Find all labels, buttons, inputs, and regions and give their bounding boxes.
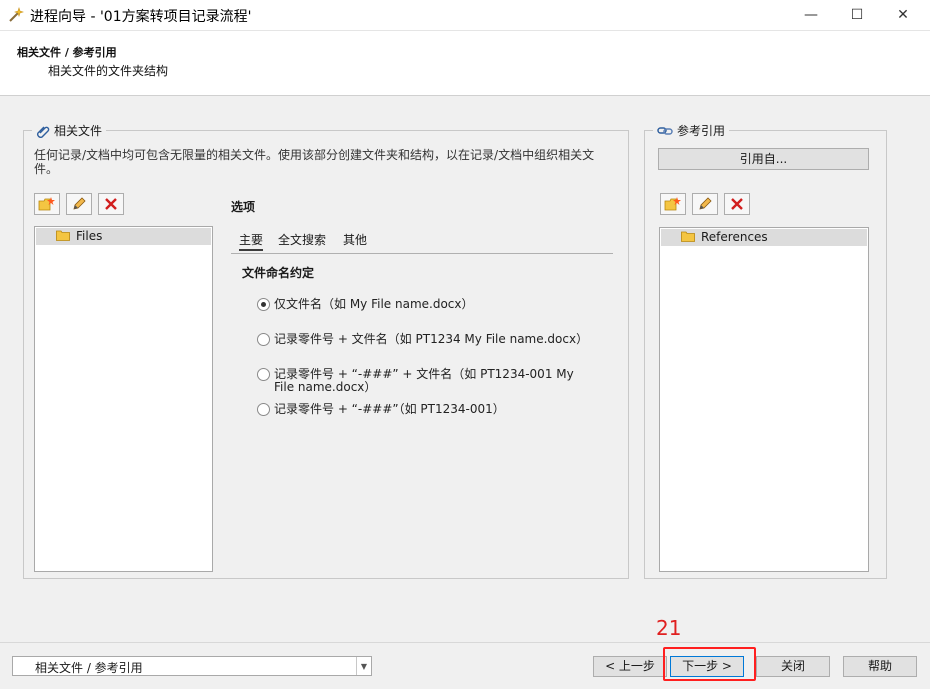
pencil-icon [73,197,86,210]
related-files-legend-label: 相关文件 [54,124,103,138]
new-reference-folder-button[interactable] [660,193,686,215]
tab-main[interactable]: 主要 [239,231,264,251]
step-select-value: 相关文件 / 参考引用 [35,661,143,675]
rename-button[interactable] [66,193,92,215]
references-legend: 参考引用 [653,122,730,139]
radio-label: 记录零件号 + 文件名（如 PT1234 My File name.docx） [274,332,589,346]
next-button-highlight [663,647,756,681]
rename-reference-button[interactable] [692,193,718,215]
delete-x-icon [105,198,117,210]
radio-label: 记录零件号 + “-###” + 文件名（如 PT1234-001 My Fil… [274,367,574,394]
wizard-wand-icon [9,7,24,22]
maximize-icon: ☐ [850,7,864,23]
step-number-annotation: 21 [656,616,682,640]
close-button[interactable]: 关闭 [756,656,830,677]
close-window-button[interactable]: ✕ [880,0,926,30]
paperclip-icon [37,126,50,138]
options-title: 选项 [231,200,256,214]
references-legend-label: 参考引用 [677,124,726,138]
previous-button[interactable]: < 上一步 [593,656,667,677]
related-files-tree[interactable]: Files [34,226,213,572]
chevron-down-icon[interactable]: ▼ [356,657,371,675]
references-tree[interactable]: References [659,227,869,572]
radio-label: 仅文件名（如 My File name.docx） [274,297,474,311]
footer-divider [0,642,930,643]
delete-button[interactable] [98,193,124,215]
folder-icon [681,231,695,242]
options-tabs: 主要 全文搜索 其他 [231,228,613,254]
tab-other[interactable]: 其他 [343,231,367,251]
title-bar: 进程向导 - '01方案转项目记录流程' — ☐ ✕ [0,0,930,31]
reference-from-button[interactable]: 引用自... [658,148,869,170]
tree-item-references[interactable]: References [661,229,867,246]
delete-reference-button[interactable] [724,193,750,215]
breadcrumb: 相关文件 / 参考引用 [17,46,117,59]
delete-x-icon [731,198,743,210]
close-icon: ✕ [897,7,909,23]
radio-button[interactable] [257,403,270,416]
radio-label: 记录零件号 + “-###”（如 PT1234-001） [274,402,505,416]
tree-item-label: Files [76,229,103,243]
window-title: 进程向导 - '01方案转项目记录流程' [30,9,252,25]
maximize-button[interactable]: ☐ [834,0,880,30]
help-button[interactable]: 帮助 [843,656,917,677]
radio-button[interactable] [257,298,270,311]
pencil-icon [699,197,712,210]
new-folder-button[interactable] [34,193,60,215]
wizard-header: 相关文件 / 参考引用 相关文件的文件夹结构 [0,31,930,96]
naming-convention-title: 文件命名约定 [242,266,315,280]
tree-item-label: References [701,230,768,244]
radio-button[interactable] [257,333,270,346]
new-folder-icon [38,197,55,211]
related-files-legend: 相关文件 [32,122,107,139]
page-subtitle: 相关文件的文件夹结构 [48,64,169,78]
new-folder-icon [664,197,681,211]
minimize-button[interactable]: — [788,0,834,30]
related-files-description: 任何记录/文档中均可包含无限量的相关文件。使用该部分创建文件夹和结构，以在记录/… [34,148,595,176]
step-select[interactable]: 相关文件 / 参考引用 ▼ [12,656,372,676]
tab-fulltext-search[interactable]: 全文搜索 [278,231,326,251]
radio-button[interactable] [257,368,270,381]
folder-icon [56,230,70,241]
tree-item-files[interactable]: Files [36,228,211,245]
link-chain-icon [657,126,673,135]
minimize-icon: — [804,7,818,23]
